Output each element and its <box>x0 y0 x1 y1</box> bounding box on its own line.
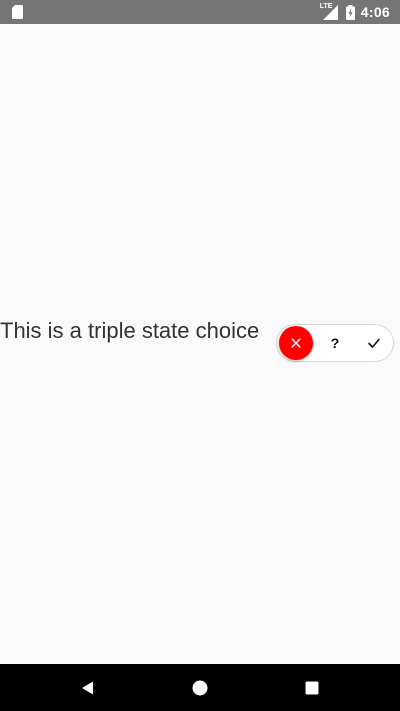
lte-signal-icon: LTE <box>320 3 338 20</box>
choice-label: This is a triple state choice <box>0 318 260 343</box>
recents-button[interactable] <box>298 674 326 702</box>
check-icon <box>368 338 380 348</box>
back-icon <box>82 681 93 695</box>
triple-state-switch[interactable]: ? <box>276 324 394 362</box>
option-yes[interactable] <box>357 326 391 360</box>
battery-charging-icon <box>345 4 355 20</box>
home-button[interactable] <box>186 674 214 702</box>
signal-strength-icon <box>322 5 338 20</box>
option-no[interactable] <box>279 326 313 360</box>
status-icons: LTE 4:06 <box>320 0 390 24</box>
recents-icon <box>305 681 319 695</box>
status-bar: LTE 4:06 <box>0 0 400 24</box>
question-icon: ? <box>330 335 340 351</box>
clock: 4:06 <box>360 4 390 20</box>
option-unknown[interactable]: ? <box>318 326 352 360</box>
home-icon <box>192 680 208 696</box>
back-button[interactable] <box>74 674 102 702</box>
close-icon <box>291 338 301 348</box>
sd-card-icon <box>12 5 23 19</box>
main-content: This is a triple state choice ? <box>0 24 400 664</box>
navigation-bar <box>0 664 400 711</box>
